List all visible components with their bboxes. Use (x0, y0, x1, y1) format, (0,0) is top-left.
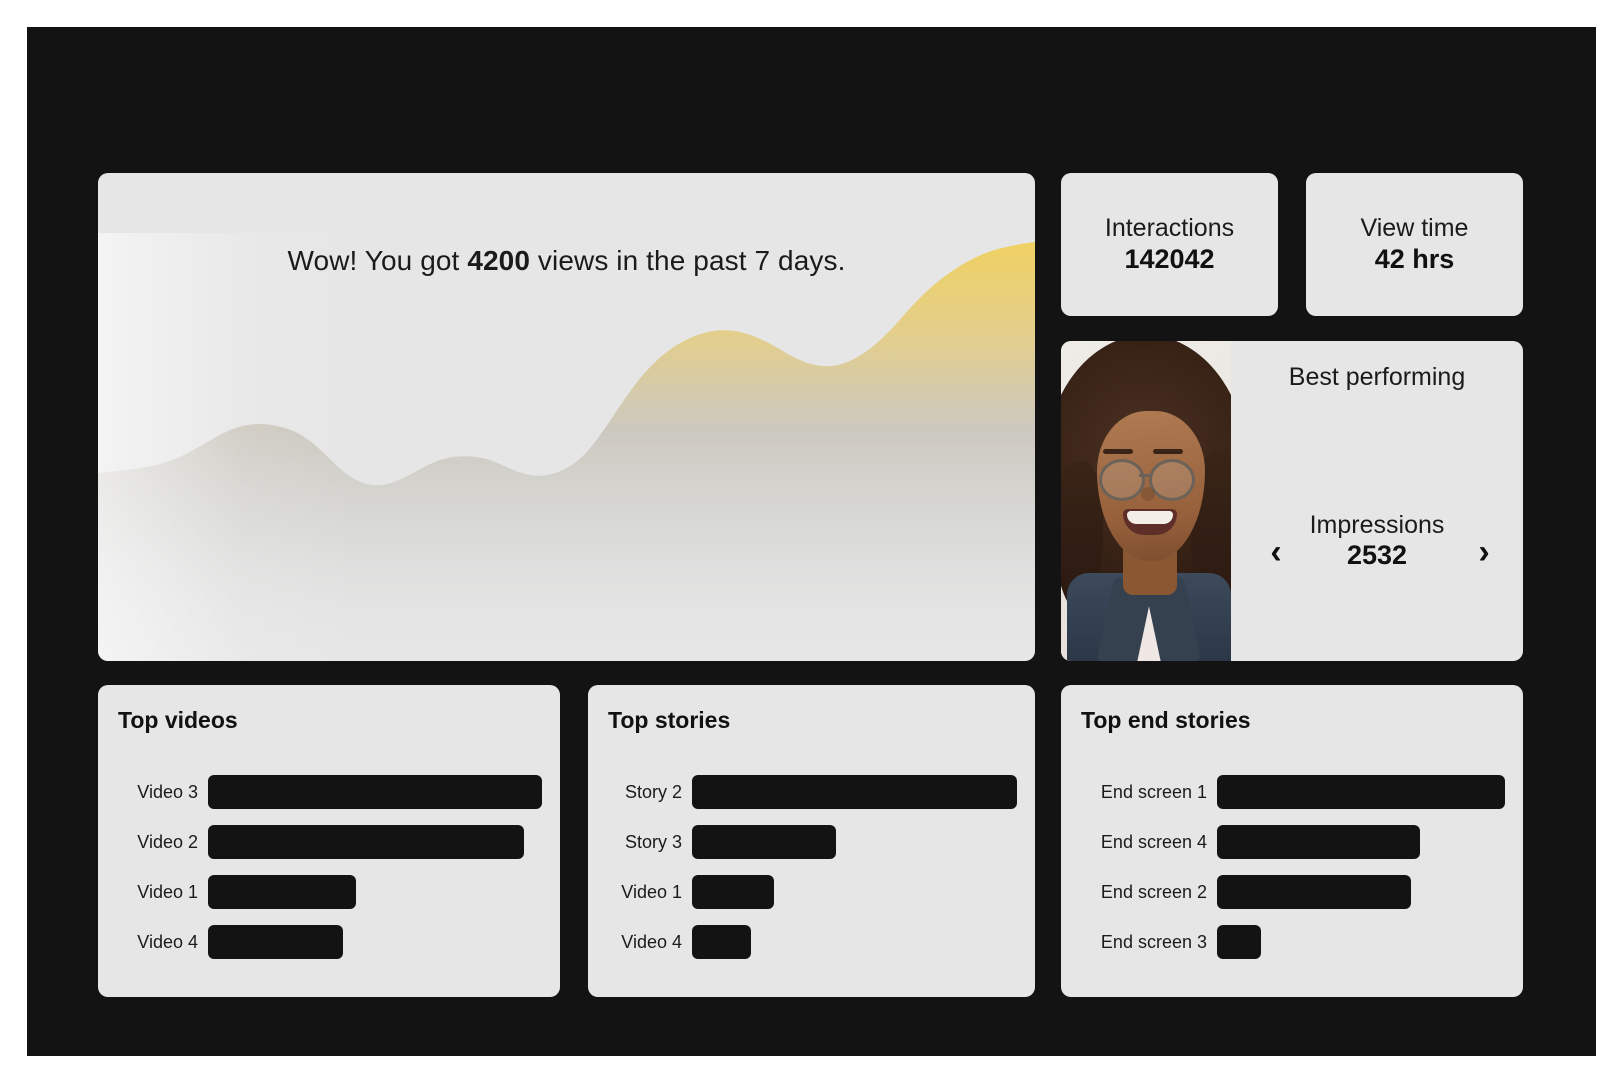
bar-track (692, 775, 1017, 809)
bar-fill (208, 875, 357, 909)
stat-value-view-time: 42 hrs (1374, 244, 1455, 275)
stat-card-view-time[interactable]: View time 42 hrs (1306, 173, 1523, 316)
screenshot-root: Wow! You got 4200 views in the past 7 da… (0, 0, 1620, 1080)
table-row[interactable]: End screen 3 (1079, 917, 1505, 967)
portrait-glasses-bridge (1139, 474, 1151, 477)
best-performing-title: Best performing (1288, 363, 1466, 391)
bar-track (208, 925, 542, 959)
panel-title-top-end-stories: Top end stories (1081, 707, 1251, 733)
table-row[interactable]: Video 1 (606, 867, 1017, 917)
best-performing-card: Best performing ‹ › Impressions 2532 (1061, 341, 1523, 661)
bar-list-top-videos: Video 3 Video 2 Video 1 Video 4 (98, 767, 560, 967)
table-row[interactable]: Video 2 (116, 817, 542, 867)
bar-label: Video 4 (137, 931, 198, 952)
table-row[interactable]: Video 1 (116, 867, 542, 917)
panel-top-videos: Top videos Video 3 Video 2 Video 1 Video… (98, 685, 560, 997)
bar-track (692, 875, 1017, 909)
bar-label: End screen 4 (1100, 831, 1207, 852)
panel-top-stories: Top stories Story 2 Story 3 Video 1 Vide… (588, 685, 1035, 997)
bar-list-top-stories: Story 2 Story 3 Video 1 Video 4 (588, 767, 1035, 967)
bar-track (208, 875, 542, 909)
panel-title-top-videos: Top videos (118, 707, 238, 733)
bar-fill (692, 775, 1017, 809)
views-summary-card: Wow! You got 4200 views in the past 7 da… (98, 173, 1035, 661)
bar-fill (1217, 925, 1262, 959)
bar-track (692, 825, 1017, 859)
bar-list-top-end-stories: End screen 1 End screen 4 End screen 2 E… (1061, 767, 1523, 967)
stat-label-interactions: Interactions (1104, 213, 1235, 242)
table-row[interactable]: Video 4 (606, 917, 1017, 967)
bar-track (1217, 875, 1505, 909)
best-performing-details: Best performing ‹ › Impressions 2532 (1231, 341, 1523, 661)
table-row[interactable]: End screen 4 (1079, 817, 1505, 867)
portrait-glasses-right (1149, 459, 1195, 501)
bar-fill (208, 825, 525, 859)
bar-label: End screen 2 (1100, 881, 1207, 902)
bar-label: End screen 3 (1100, 931, 1207, 952)
table-row[interactable]: Video 3 (116, 767, 542, 817)
panel-title-top-stories: Top stories (608, 707, 731, 733)
bar-fill (1217, 875, 1412, 909)
bar-fill (692, 925, 752, 959)
best-performing-metric-value: 2532 (1346, 539, 1408, 570)
page-title: Wow! You got 4200 views in the past 7 da… (98, 173, 1035, 277)
best-performing-metric-label: Impressions (1309, 511, 1445, 539)
dashboard-canvas: Wow! You got 4200 views in the past 7 da… (27, 27, 1596, 1056)
bar-fill (208, 775, 542, 809)
bar-fill (692, 825, 836, 859)
bar-label: Story 2 (624, 781, 682, 802)
table-row[interactable]: End screen 2 (1079, 867, 1505, 917)
stat-card-interactions-content: Interactions 142042 (1061, 173, 1278, 316)
best-performing-metric: Impressions 2532 (1231, 511, 1523, 571)
bar-label: Video 1 (621, 881, 682, 902)
table-row[interactable]: Story 2 (606, 767, 1017, 817)
bar-track (1217, 925, 1505, 959)
bar-fill (208, 925, 343, 959)
table-row[interactable]: Video 4 (116, 917, 542, 967)
bar-track (692, 925, 1017, 959)
bar-fill (1217, 775, 1505, 809)
portrait-eyebrow-right (1153, 449, 1183, 454)
stat-label-view-time: View time (1360, 213, 1469, 242)
bar-track (1217, 775, 1505, 809)
portrait-glasses-left (1099, 459, 1145, 501)
bar-label: Video 4 (621, 931, 682, 952)
bar-label: Video 1 (137, 881, 198, 902)
bar-label: End screen 1 (1100, 781, 1207, 802)
bar-track (208, 775, 542, 809)
stat-card-view-time-content: View time 42 hrs (1306, 173, 1523, 316)
bar-track (208, 825, 542, 859)
bar-label: Video 2 (137, 831, 198, 852)
portrait-nose (1141, 487, 1155, 501)
portrait-eyebrow-left (1103, 449, 1133, 454)
table-row[interactable]: End screen 1 (1079, 767, 1505, 817)
headline-prefix: Wow! You got (287, 245, 468, 276)
stat-value-interactions: 142042 (1124, 244, 1215, 275)
stat-card-interactions[interactable]: Interactions 142042 (1061, 173, 1278, 316)
bar-label: Story 3 (624, 831, 682, 852)
table-row[interactable]: Story 3 (606, 817, 1017, 867)
panel-top-end-stories: Top end stories End screen 1 End screen … (1061, 685, 1523, 997)
bar-label: Video 3 (137, 781, 198, 802)
headline-views-value: 4200 (467, 245, 531, 276)
bar-fill (692, 875, 774, 909)
bar-track (1217, 825, 1505, 859)
portrait-teeth (1127, 511, 1173, 524)
best-performing-thumbnail[interactable] (1061, 341, 1231, 661)
bar-fill (1217, 825, 1421, 859)
headline-suffix: views in the past 7 days. (530, 245, 846, 276)
